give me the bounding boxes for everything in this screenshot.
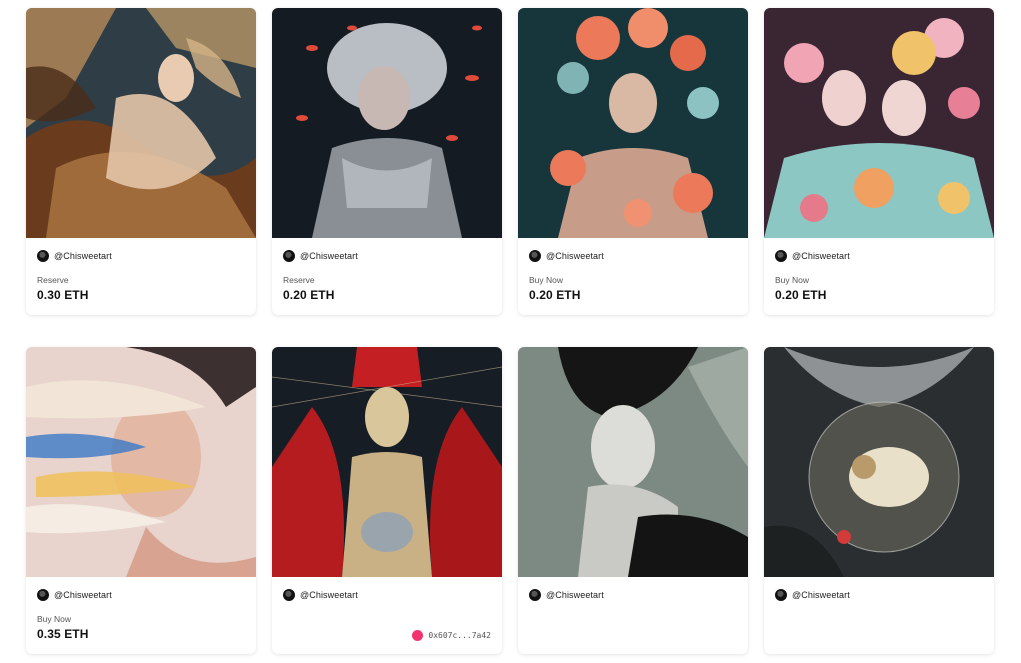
avatar (775, 250, 787, 262)
price: 0.35 ETH (37, 627, 89, 641)
creator-handle[interactable]: @Chisweetart (792, 590, 850, 600)
price: 0.20 ETH (529, 288, 581, 302)
nft-card[interactable]: @Chisweetart Reserve 0.20 ETH (272, 8, 502, 315)
sale-status: Buy Now (37, 614, 72, 624)
artwork-image[interactable] (764, 8, 994, 238)
owner-address[interactable]: 0x607c...7a42 (428, 631, 491, 640)
avatar (283, 589, 295, 601)
creator[interactable]: @Chisweetart (283, 250, 358, 262)
card-meta: @Chisweetart Reserve 0.20 ETH (272, 238, 502, 315)
creator-handle[interactable]: @Chisweetart (546, 251, 604, 261)
artwork-image[interactable] (272, 8, 502, 238)
card-meta: @Chisweetart (764, 577, 994, 654)
artwork-image[interactable] (764, 347, 994, 577)
creator-handle[interactable]: @Chisweetart (300, 251, 358, 261)
nft-card[interactable]: @Chisweetart Buy Now 0.20 ETH (518, 8, 748, 315)
avatar (37, 589, 49, 601)
nft-card[interactable]: @Chisweetart Buy Now 0.20 ETH (764, 8, 994, 315)
price: 0.20 ETH (775, 288, 827, 302)
sale-status: Reserve (283, 275, 315, 285)
owner[interactable]: 0x607c...7a42 (412, 630, 491, 641)
price: 0.30 ETH (37, 288, 89, 302)
nft-card[interactable]: @Chisweetart Reserve 0.30 ETH (26, 8, 256, 315)
card-meta: @Chisweetart Buy Now 0.20 ETH (518, 238, 748, 315)
nft-grid: @Chisweetart Reserve 0.30 ETH @Chisweeta… (0, 0, 1021, 663)
creator[interactable]: @Chisweetart (37, 589, 112, 601)
nft-card[interactable]: @Chisweetart (518, 347, 748, 654)
nft-card[interactable]: @Chisweetart (764, 347, 994, 654)
creator[interactable]: @Chisweetart (775, 589, 850, 601)
avatar (283, 250, 295, 262)
sale-status: Buy Now (529, 275, 564, 285)
card-meta: @Chisweetart Reserve 0.30 ETH (26, 238, 256, 315)
creator[interactable]: @Chisweetart (529, 250, 604, 262)
creator[interactable]: @Chisweetart (775, 250, 850, 262)
artwork-image[interactable] (26, 8, 256, 238)
card-meta: @Chisweetart (518, 577, 748, 654)
creator[interactable]: @Chisweetart (283, 589, 358, 601)
nft-card[interactable]: @Chisweetart 0x607c...7a42 (272, 347, 502, 654)
price: 0.20 ETH (283, 288, 335, 302)
nft-card[interactable]: @Chisweetart Buy Now 0.35 ETH (26, 347, 256, 654)
creator-handle[interactable]: @Chisweetart (54, 251, 112, 261)
avatar (529, 250, 541, 262)
sale-status: Buy Now (775, 275, 810, 285)
artwork-image[interactable] (272, 347, 502, 577)
creator-handle[interactable]: @Chisweetart (546, 590, 604, 600)
card-meta: @Chisweetart Buy Now 0.35 ETH (26, 577, 256, 654)
card-meta: @Chisweetart 0x607c...7a42 (272, 577, 502, 654)
artwork-image[interactable] (518, 347, 748, 577)
avatar (529, 589, 541, 601)
creator[interactable]: @Chisweetart (37, 250, 112, 262)
creator-handle[interactable]: @Chisweetart (300, 590, 358, 600)
creator-handle[interactable]: @Chisweetart (792, 251, 850, 261)
creator-handle[interactable]: @Chisweetart (54, 590, 112, 600)
card-meta: @Chisweetart Buy Now 0.20 ETH (764, 238, 994, 315)
owner-avatar (412, 630, 424, 641)
artwork-image[interactable] (518, 8, 748, 238)
avatar (37, 250, 49, 262)
sale-status: Reserve (37, 275, 69, 285)
avatar (775, 589, 787, 601)
creator[interactable]: @Chisweetart (529, 589, 604, 601)
artwork-image[interactable] (26, 347, 256, 577)
